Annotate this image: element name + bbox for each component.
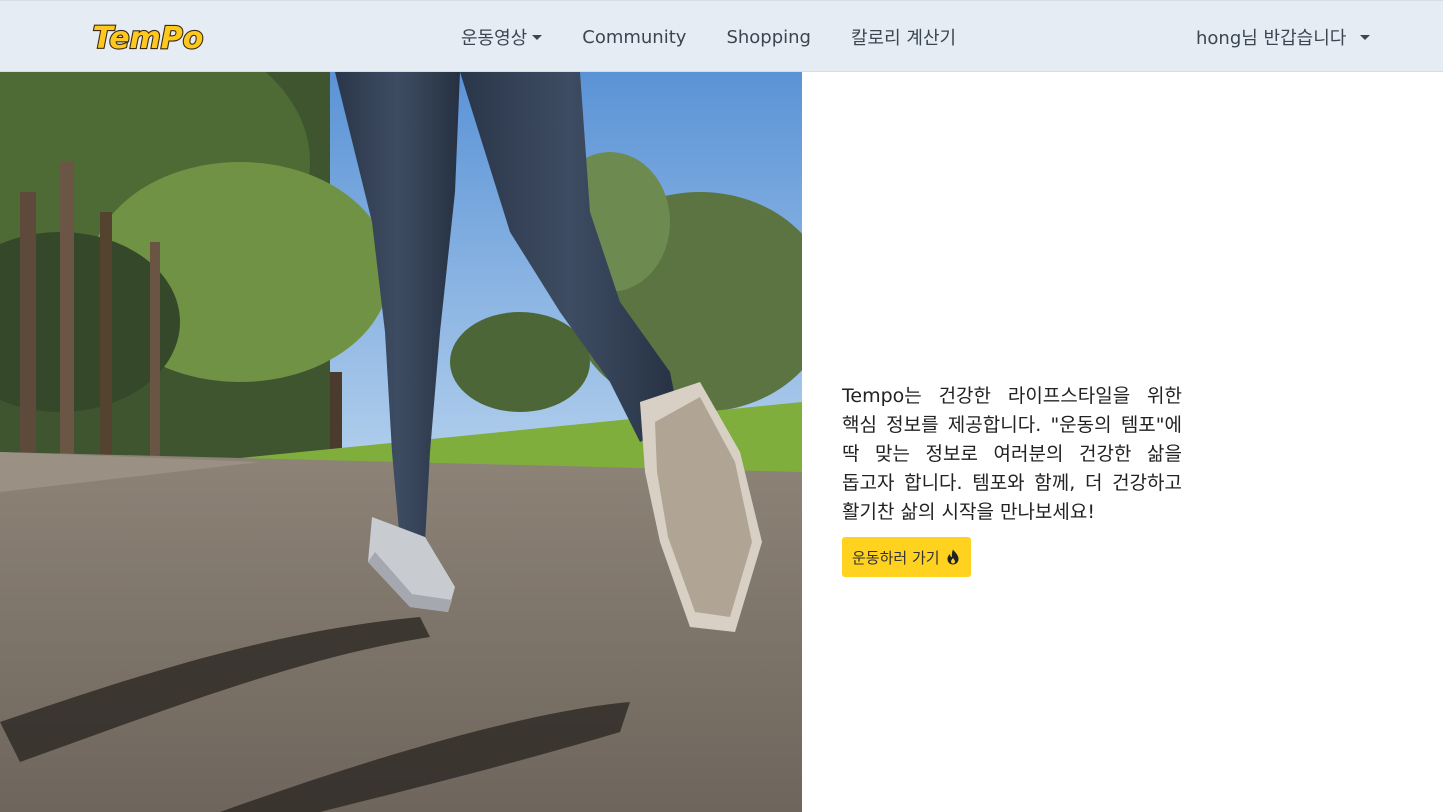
hero-description: Tempo는 건강한 라이프스타일을 위한 핵심 정보를 제공합니다. "운동의… xyxy=(842,385,1182,523)
cta-label: 운동하러 가기 xyxy=(852,548,940,567)
logo-text: TemPo xyxy=(93,21,204,56)
nav-item-label: 칼로리 계산기 xyxy=(850,28,957,49)
chevron-down-icon xyxy=(1360,34,1371,40)
nav-item-label: Community xyxy=(582,26,687,48)
main-nav: 운동영상 Community Shopping 칼로리 계산기 xyxy=(461,1,996,73)
nav-item-label: Shopping xyxy=(726,26,811,48)
nav-item-community[interactable]: Community xyxy=(582,27,686,48)
nav-item-calorie-calculator[interactable]: 칼로리 계산기 xyxy=(851,24,956,50)
nav-item-label: 운동영상 xyxy=(461,28,528,49)
fire-icon xyxy=(946,549,960,565)
hero-runner-image xyxy=(0,72,802,812)
navbar: TemPo 운동영상 Community Shopping 칼로리 계산기 ho… xyxy=(0,0,1443,72)
nav-item-shopping[interactable]: Shopping xyxy=(726,27,811,48)
chevron-down-icon xyxy=(532,34,543,40)
nav-item-exercise-videos[interactable]: 운동영상 xyxy=(461,24,543,50)
user-greeting: hong님 반갑습니다 xyxy=(1196,28,1347,49)
hero-content: Tempo는 건강한 라이프스타일을 위한 핵심 정보를 제공합니다. "운동의… xyxy=(842,382,1182,577)
brand-logo[interactable]: TemPo xyxy=(92,15,204,59)
user-menu[interactable]: hong님 반갑습니다 xyxy=(1196,1,1371,73)
go-exercise-button[interactable]: 운동하러 가기 xyxy=(842,537,971,577)
